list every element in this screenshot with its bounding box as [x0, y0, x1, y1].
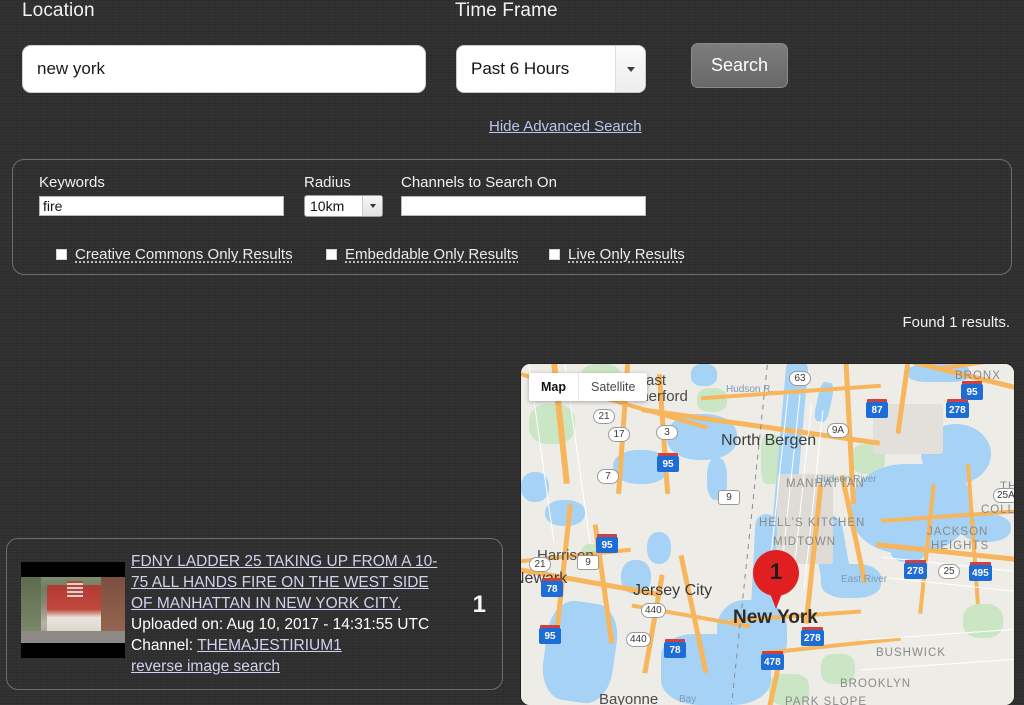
map-highway-shield: 87	[866, 402, 888, 418]
map-place-label: MIDTOWN	[773, 536, 837, 548]
map-highway-shield: 17	[608, 427, 630, 442]
map-highway-shield: 478	[761, 654, 784, 670]
creative-commons-checkbox-item[interactable]: Creative Commons Only Results	[56, 246, 293, 263]
timeframe-select[interactable]: Past 6 Hours	[456, 45, 646, 93]
map-place-label: HELL'S KITCHEN	[759, 517, 866, 529]
result-uploaded-date: Uploaded on: Aug 10, 2017 - 14:31:55 UTC	[131, 616, 430, 633]
map-water	[691, 364, 717, 386]
map-highway-shield: 25A	[993, 488, 1014, 503]
result-channel-link[interactable]: THEMAJESTIRIUM1	[197, 637, 342, 654]
map-highway-shield: 95	[961, 384, 983, 400]
result-channel-prefix: Channel:	[131, 637, 198, 654]
location-input[interactable]	[22, 45, 426, 93]
result-title-link[interactable]: FDNY LADDER 25 TAKING UP FROM A 10-75 AL…	[131, 551, 446, 614]
map-place-label: New York	[733, 607, 818, 628]
map-highway-shield: 9A	[827, 423, 849, 438]
map-place-label: BROOKLYN	[840, 678, 912, 690]
map-place-label: Jersey City	[633, 582, 713, 599]
map-highway-shield: 7	[597, 469, 619, 484]
checkbox-icon[interactable]	[56, 249, 67, 260]
map-highway-shield: 3	[656, 425, 678, 440]
map-place-label: Bay	[679, 694, 697, 705]
search-button[interactable]: Search	[691, 43, 788, 88]
reverse-image-search-link[interactable]: reverse image search	[131, 656, 446, 677]
map-highway-shield: 25	[938, 564, 960, 579]
advanced-filters-row: Creative Commons Only Results Embeddable…	[39, 246, 999, 268]
map-highway-shield: 278	[904, 563, 927, 579]
radius-label: Radius	[304, 174, 351, 191]
radius-selected-value: 10km	[310, 198, 345, 214]
embeddable-checkbox-item[interactable]: Embeddable Only Results	[326, 246, 518, 263]
map-highway-shield: 78	[541, 581, 563, 597]
map-highway-shield: 21	[593, 409, 615, 424]
map-highway-shield: 278	[801, 630, 824, 646]
map-canvas[interactable]: East Rutherford North Bergen MANHATTAN BRONX…	[521, 364, 1014, 705]
map-place-label: Hudson R.	[726, 384, 774, 395]
map-place-label: Bayonne	[599, 691, 659, 705]
map-place-label: East River	[841, 574, 888, 585]
result-thumbnail[interactable]	[21, 562, 125, 658]
map-highway-shield: 495	[969, 565, 992, 581]
creative-commons-checkbox-label: Creative Commons Only Results	[75, 246, 293, 263]
channels-input[interactable]	[401, 196, 646, 216]
map-highway-shield: 78	[664, 642, 686, 658]
advanced-search-panel: Keywords Radius 10km Channels to Search …	[12, 159, 1012, 275]
results-count: Found 1 results.	[902, 314, 1010, 331]
map-type-map-button[interactable]: Map	[529, 373, 578, 401]
map-highway-shield: 9	[577, 555, 599, 570]
map-place-label: HEIGHTS	[931, 540, 990, 552]
map-highway-shield: 21	[529, 557, 551, 572]
live-only-checkbox-label: Live Only Results	[568, 246, 685, 263]
map-highway-shield: 95	[539, 628, 561, 644]
map-place-label: North Bergen	[721, 432, 817, 449]
chevron-down-icon[interactable]	[615, 46, 645, 92]
map-panel[interactable]: East Rutherford North Bergen MANHATTAN BRONX…	[521, 364, 1014, 705]
map-highway-shield: 95	[657, 456, 679, 472]
channels-label: Channels to Search On	[401, 174, 557, 191]
map-water	[647, 532, 671, 564]
timeframe-label: Time Frame	[455, 0, 558, 21]
radius-select[interactable]: 10km	[304, 195, 383, 217]
map-highway-shield: 63	[789, 371, 811, 386]
map-highway-shield: 440	[626, 632, 651, 647]
map-type-satellite-button[interactable]: Satellite	[578, 373, 647, 401]
location-label: Location	[22, 0, 95, 21]
map-highway-shield: 278	[946, 402, 969, 418]
map-type-control[interactable]: Map Satellite	[529, 373, 648, 401]
keywords-input[interactable]	[39, 196, 284, 216]
toggle-advanced-search-link[interactable]: Hide Advanced Search	[489, 118, 642, 135]
live-only-checkbox-item[interactable]: Live Only Results	[549, 246, 685, 263]
map-place-label: BRONX	[955, 370, 1001, 382]
thumbnail-image	[21, 577, 125, 643]
embeddable-checkbox-label: Embeddable Only Results	[345, 246, 519, 263]
marker-number: 1	[769, 559, 783, 584]
map-marker[interactable]: 1	[753, 550, 799, 610]
checkbox-icon[interactable]	[549, 249, 560, 260]
result-index-number: 1	[472, 591, 486, 618]
map-place-label: JACKSON	[927, 526, 989, 538]
chevron-down-icon[interactable]	[362, 196, 382, 216]
map-place-label: COLLEGE P	[981, 504, 1014, 516]
map-place-label: BUSHWICK	[876, 647, 946, 659]
checkbox-icon[interactable]	[326, 249, 337, 260]
keywords-label: Keywords	[39, 174, 105, 191]
map-place-label: Hudson River	[816, 474, 877, 485]
result-card[interactable]: FDNY LADDER 25 TAKING UP FROM A 10-75 AL…	[6, 538, 503, 690]
result-channel-line: Channel: THEMAJESTIRIUM1	[131, 635, 446, 656]
timeframe-selected-value: Past 6 Hours	[471, 59, 570, 78]
thumbnail-flag	[67, 581, 83, 597]
map-highway-shield: 440	[641, 603, 666, 618]
result-text-block: FDNY LADDER 25 TAKING UP FROM A 10-75 AL…	[131, 551, 446, 677]
map-highway-shield: 9	[718, 490, 740, 505]
thumbnail-detail	[21, 631, 125, 643]
map-place-label: PARK SLOPE	[785, 696, 868, 705]
map-highway-shield: 95	[596, 537, 618, 553]
